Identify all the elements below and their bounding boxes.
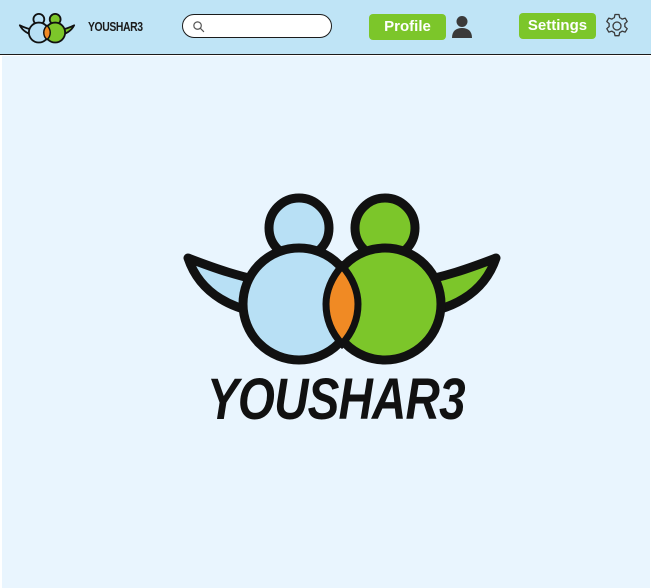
settings-button[interactable]: Settings xyxy=(519,13,596,39)
brand-name: YOUSHAR3 xyxy=(88,19,143,34)
profile-button[interactable]: Profile xyxy=(369,14,446,40)
search-icon xyxy=(193,21,205,33)
youshar3-logo-icon xyxy=(183,193,501,365)
main-content: YOUSHAR3 xyxy=(2,56,650,588)
brand-logo-link[interactable] xyxy=(18,10,76,46)
search-input[interactable] xyxy=(209,17,328,36)
youshar3-logo-icon xyxy=(18,12,76,44)
search-box[interactable] xyxy=(182,14,332,38)
top-navigation-bar: YOUSHAR3 Profile Settings xyxy=(0,0,651,55)
gear-icon[interactable] xyxy=(604,13,630,39)
user-icon[interactable] xyxy=(451,15,473,39)
main-brand-name: YOUSHAR3 xyxy=(207,367,466,432)
